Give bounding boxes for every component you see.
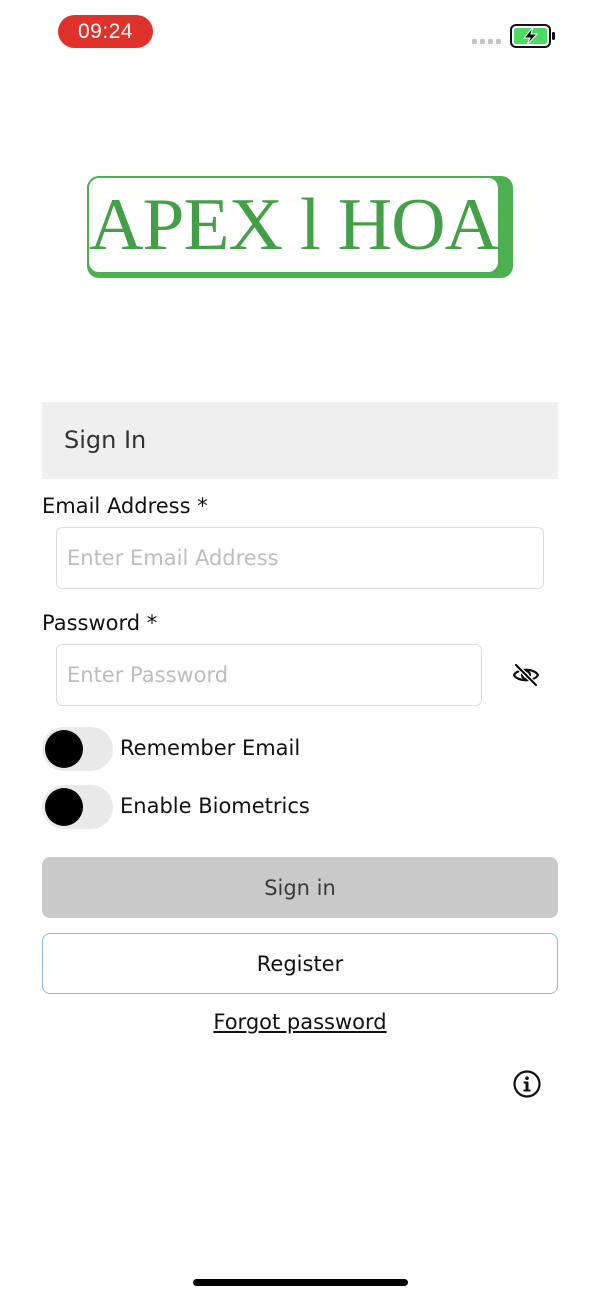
eye-slash-icon[interactable] <box>512 661 540 689</box>
info-circle-icon[interactable] <box>512 1069 542 1099</box>
remember-email-label: Remember Email <box>120 736 301 760</box>
password-input[interactable] <box>56 644 482 706</box>
email-label: Email Address * <box>42 494 208 518</box>
remember-email-row: Remember Email <box>42 727 442 771</box>
battery-charging-icon <box>510 24 555 48</box>
password-label: Password * <box>42 611 158 635</box>
register-button[interactable]: Register <box>42 933 558 994</box>
signin-button[interactable]: Sign in <box>42 857 558 918</box>
signin-header-title: Sign In <box>64 426 147 454</box>
logo-text: APEX l HOA <box>88 184 499 266</box>
status-time: 09:24 <box>58 15 153 48</box>
email-input[interactable] <box>56 527 544 589</box>
login-screen: 09:24 APEX l HOA Sign In Email Address *… <box>0 0 600 1298</box>
remember-email-toggle[interactable] <box>42 727 113 771</box>
enable-biometrics-label: Enable Biometrics <box>120 794 310 818</box>
signin-header: Sign In <box>42 402 558 479</box>
apex-hoa-logo: APEX l HOA <box>87 176 513 278</box>
signal-icon <box>472 39 501 44</box>
enable-biometrics-toggle[interactable] <box>42 785 113 829</box>
enable-biometrics-row: Enable Biometrics <box>42 785 442 829</box>
home-indicator <box>193 1279 408 1286</box>
forgot-password-link[interactable]: Forgot password <box>0 1010 600 1034</box>
